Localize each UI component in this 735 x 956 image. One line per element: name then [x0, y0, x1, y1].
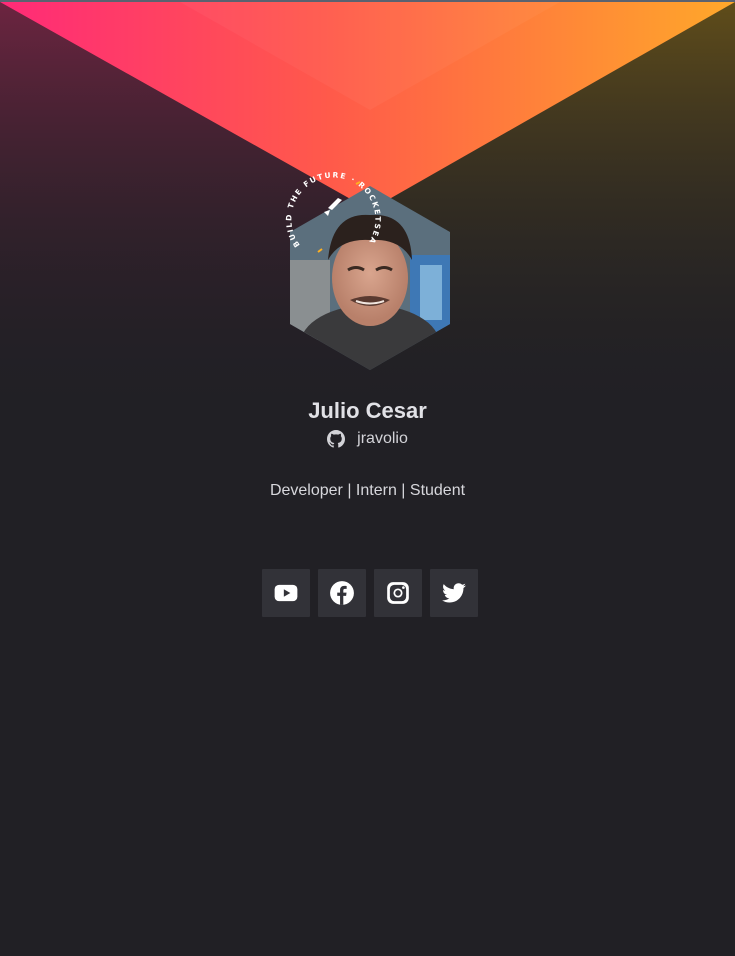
profile-name: Julio Cesar: [308, 398, 427, 423]
facebook-button[interactable]: [318, 569, 366, 617]
social-links: [262, 569, 478, 617]
instagram-button[interactable]: [374, 569, 422, 617]
profile-bio: Developer | Intern | Student: [269, 482, 466, 499]
twitter-icon: [442, 583, 466, 603]
youtube-icon: [274, 584, 298, 602]
instagram-icon: [387, 582, 409, 604]
facebook-icon: [330, 581, 354, 605]
top-border: [0, 0, 735, 2]
github-icon: [327, 430, 346, 448]
github-link[interactable]: jravolio: [0, 430, 735, 448]
twitter-button[interactable]: [430, 569, 478, 617]
avatar: BUILD THE FUTURE · ROCKETSEAT ·: [270, 160, 470, 380]
youtube-button[interactable]: [262, 569, 310, 617]
github-username[interactable]: jravolio: [357, 430, 408, 448]
